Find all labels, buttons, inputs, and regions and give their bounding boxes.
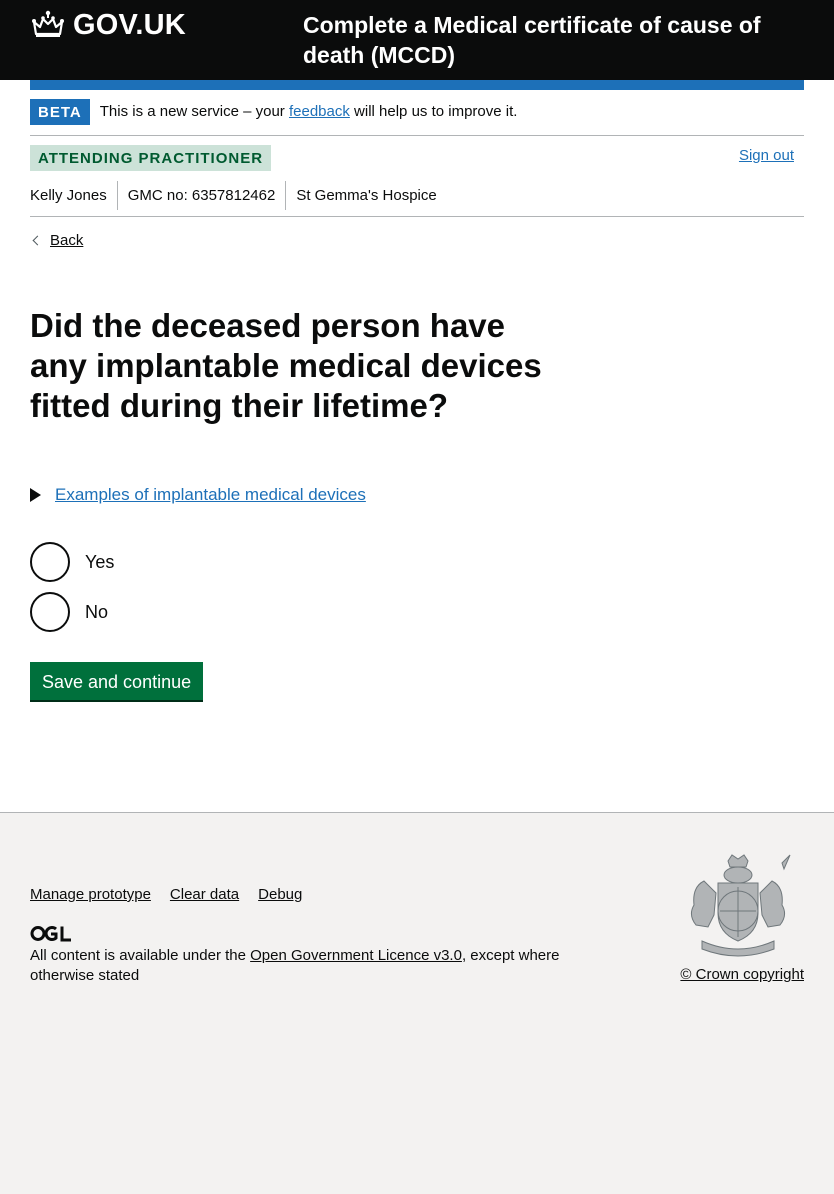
service-name-link[interactable]: Complete a Medical certificate of cause … xyxy=(303,10,803,70)
phase-text: This is a new service – your feedback wi… xyxy=(100,99,518,125)
footer-links: Manage prototype Clear data Debug xyxy=(30,886,321,903)
radio-option-no[interactable]: No xyxy=(30,592,108,632)
back-link[interactable]: Back xyxy=(30,232,83,249)
phase-text-before: This is a new service – your xyxy=(99,103,289,120)
sign-out-link[interactable]: Sign out xyxy=(739,146,794,166)
logo-text: GOV.UK xyxy=(73,9,186,41)
details-summary-label: Examples of implantable medical devices xyxy=(55,485,366,504)
feedback-link[interactable]: feedback xyxy=(289,103,350,120)
role-tag: ATTENDING PRACTITIONER xyxy=(30,145,272,171)
licence-text-before: All content is available under the xyxy=(30,947,251,964)
footer-link-clear-data[interactable]: Clear data xyxy=(170,886,239,903)
back-link-label: Back xyxy=(50,232,84,249)
ogl-logo-icon xyxy=(30,926,71,942)
beta-tag: BETA xyxy=(30,99,90,125)
save-and-continue-button[interactable]: Save and continue xyxy=(30,662,204,700)
licence-text: All content is available under the Open … xyxy=(30,946,590,986)
triangle-right-icon xyxy=(30,488,41,502)
royal-coat-of-arms-icon xyxy=(690,854,791,957)
site-header: GOV.UK Complete a Medical certificate of… xyxy=(0,0,834,80)
gmc-number: GMC no: 6357812462 xyxy=(127,187,276,204)
footer-link-manage-prototype[interactable]: Manage prototype xyxy=(30,886,151,903)
details-toggle[interactable]: Examples of implantable medical devices xyxy=(30,484,366,506)
footer-link-debug[interactable]: Debug xyxy=(258,886,302,903)
page: GOV.UK Complete a Medical certificate of… xyxy=(0,0,834,812)
licence-link[interactable]: Open Government Licence v3.0 xyxy=(250,947,462,964)
site-footer: Manage prototype Clear data Debug All co… xyxy=(0,812,834,1194)
organisation-name: St Gemma's Hospice xyxy=(296,187,437,204)
page-title: Did the deceased person have any implant… xyxy=(30,307,542,424)
radio-input-yes[interactable] xyxy=(30,542,70,582)
divider xyxy=(116,181,118,210)
govuk-logo-link[interactable]: GOV.UK xyxy=(30,8,186,42)
practitioner-details: Kelly Jones GMC no: 6357812462 St Gemma'… xyxy=(30,181,804,217)
radio-label-yes: Yes xyxy=(85,551,115,572)
practitioner-name: Kelly Jones xyxy=(30,187,107,204)
header-underline xyxy=(30,80,804,90)
phase-banner: BETA This is a new service – your feedba… xyxy=(30,99,804,136)
radio-option-yes[interactable]: Yes xyxy=(30,542,114,582)
phase-text-after: will help us to improve it. xyxy=(349,103,518,120)
chevron-left-icon xyxy=(32,235,43,246)
radio-input-no[interactable] xyxy=(30,592,70,632)
crown-copyright-link[interactable]: © Crown copyright xyxy=(680,966,804,983)
crown-icon xyxy=(32,10,64,37)
divider xyxy=(285,181,287,210)
radio-label-no: No xyxy=(85,601,109,622)
